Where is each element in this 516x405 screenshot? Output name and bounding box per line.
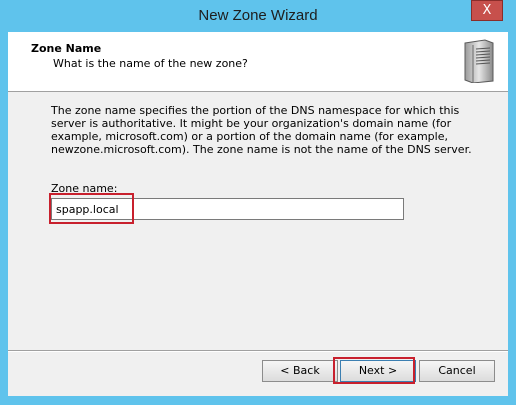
server-icon [464,39,494,83]
page-title: Zone Name [31,42,102,55]
zone-name-input[interactable] [51,198,404,220]
title-bar[interactable]: New Zone Wizard X [0,0,516,32]
button-divider [8,350,508,352]
page-subtitle: What is the name of the new zone? [53,57,248,70]
zone-name-description: The zone name specifies the portion of t… [51,104,472,156]
zone-name-label: Zone name: [51,182,118,195]
back-button[interactable]: < Back [262,360,338,382]
wizard-header: Zone Name What is the name of the new zo… [8,32,508,92]
next-button[interactable]: Next > [340,360,416,382]
window-title: New Zone Wizard [198,7,318,24]
close-button[interactable]: X [471,0,503,21]
wizard-window: New Zone Wizard X Zone Name What is the … [0,0,516,405]
wizard-client-area: Zone Name What is the name of the new zo… [8,32,508,396]
cancel-button[interactable]: Cancel [419,360,495,382]
